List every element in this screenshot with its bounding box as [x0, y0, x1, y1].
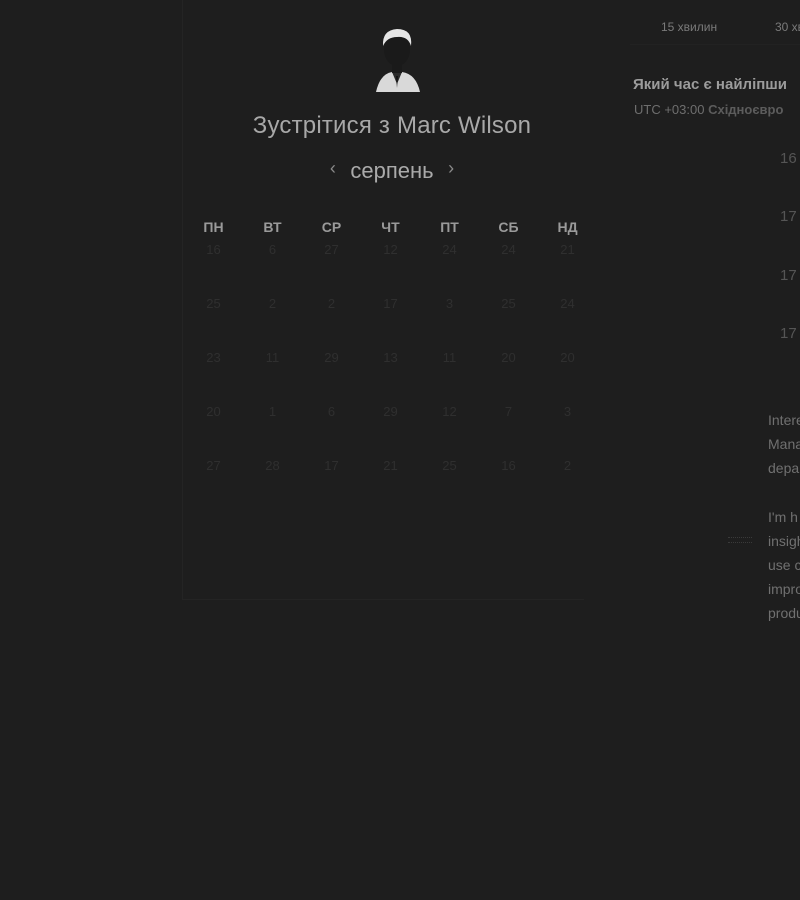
calendar-day: 29 [324, 350, 339, 365]
calendar-week: 25 2 2 17 3 25 24 [184, 296, 598, 350]
tab-duration-15[interactable]: 15 хвилин [661, 20, 717, 34]
description-line: I'm h [768, 509, 798, 525]
description-line: Mana [768, 436, 800, 452]
calendar-day: 6 [268, 242, 277, 257]
calendar-day: 20 [560, 350, 575, 365]
divider-icon [728, 537, 752, 543]
calendar-day: 21 [560, 242, 575, 257]
calendar-day: 3 [445, 296, 454, 311]
calendar-day: 1 [268, 404, 277, 419]
calendar-day: 28 [265, 458, 280, 473]
host-avatar [376, 29, 420, 92]
time-question: Який час є найліпши [633, 76, 788, 93]
weekday-label: ВТ [263, 219, 282, 235]
calendar-day: 12 [383, 242, 398, 257]
timezone-name: Східноєвро [708, 102, 784, 117]
calendar-day: 27 [324, 242, 339, 257]
weekday-label: СР [321, 219, 342, 235]
chevron-left-icon[interactable]: ‹ [320, 158, 346, 179]
calendar-week: 23 11 29 13 11 20 20 [184, 350, 598, 404]
weekday-header: ПН ВТ СР ЧТ ПТ СБ НД [184, 219, 598, 235]
description-line: impro [768, 581, 800, 597]
calendar-day: 25 [501, 296, 516, 311]
calendar-day: 20 [501, 350, 516, 365]
calendar-day: 12 [442, 404, 457, 419]
description-line: produ [768, 605, 800, 621]
time-slot[interactable]: 16 [780, 150, 797, 167]
calendar-day: 24 [560, 296, 575, 311]
calendar-day: 6 [327, 404, 336, 419]
calendar-day: 2 [563, 458, 572, 473]
description-line: Intere [768, 412, 800, 428]
calendar-day: 24 [442, 242, 457, 257]
page-title: Зустрітися з Marc Wilson [252, 112, 532, 139]
duration-tabs: 15 хвилин 30 хв [630, 18, 800, 45]
calendar-day: 16 [206, 242, 221, 257]
calendar-day: 17 [324, 458, 339, 473]
calendar-day: 17 [383, 296, 398, 311]
weekday-label: СБ [498, 219, 519, 235]
calendar-week: 27 28 17 21 25 16 2 [184, 458, 598, 512]
timezone-selector[interactable]: UTC +03:00 Східноєвро [634, 102, 783, 117]
description-line: use c [768, 557, 800, 573]
calendar-grid: 16 6 27 12 24 24 21 25 2 2 17 3 25 24 23… [184, 242, 598, 512]
calendar-day: 11 [265, 350, 280, 365]
calendar-day: 25 [442, 458, 457, 473]
calendar-day: 23 [206, 350, 221, 365]
month-label: серпень [350, 158, 434, 183]
calendar-day: 2 [268, 296, 277, 311]
description-line: depa [768, 460, 800, 476]
calendar-day: 11 [442, 350, 457, 365]
calendar-day: 16 [501, 458, 516, 473]
calendar-day: 21 [383, 458, 398, 473]
calendar-week: 20 1 6 29 12 7 3 [184, 404, 598, 458]
calendar-day: 29 [383, 404, 398, 419]
calendar-day: 20 [206, 404, 221, 419]
calendar-week: 16 6 27 12 24 24 21 [184, 242, 598, 296]
weekday-label: ПН [203, 219, 224, 235]
calendar-day: 2 [327, 296, 336, 311]
weekday-label: ПТ [440, 219, 459, 235]
time-slot[interactable]: 17 [780, 325, 797, 342]
calendar-day: 3 [563, 404, 572, 419]
chevron-right-icon[interactable]: › [438, 158, 464, 179]
weekday-label: НД [557, 219, 578, 235]
calendar-day: 27 [206, 458, 221, 473]
description-line: insigh [768, 533, 800, 549]
weekday-label: ЧТ [381, 219, 400, 235]
month-navigation: ‹ серпень › [182, 158, 602, 184]
time-slot[interactable]: 17 [780, 267, 797, 284]
calendar-day: 7 [504, 404, 513, 419]
timezone-offset: UTC +03:00 [634, 102, 705, 117]
calendar-day: 24 [501, 242, 516, 257]
time-slot[interactable]: 17 [780, 208, 797, 225]
calendar-day: 25 [206, 296, 221, 311]
calendar-day: 13 [383, 350, 398, 365]
tab-duration-30[interactable]: 30 хв [775, 20, 800, 34]
